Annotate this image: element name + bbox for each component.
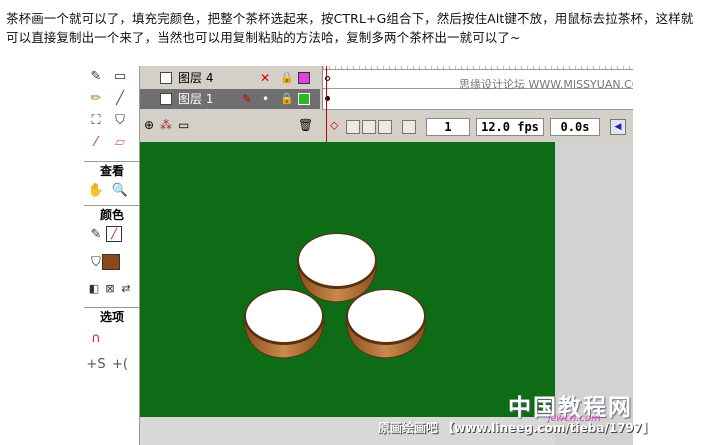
watermark-top: 思缘设计论坛 WWW.MISSYUAN.COM [459, 78, 633, 91]
view-section-label: 查看 [84, 161, 140, 179]
tea-cup-top[interactable] [297, 233, 378, 303]
page-icon [160, 72, 172, 84]
eyedropper-icon[interactable]: ⁄ [86, 132, 106, 152]
trash-icon[interactable]: 🗑 [298, 118, 313, 132]
current-frame-field[interactable]: 1 [426, 118, 470, 136]
edit-multiple-icon[interactable] [378, 120, 392, 134]
layer-name: 图层 4 [178, 71, 214, 85]
layer-name: 图层 1 [178, 92, 214, 106]
tea-cups-drawing [243, 233, 427, 359]
add-layer-icon[interactable]: ⊕ [144, 118, 154, 132]
pencil-edit-icon[interactable]: ✎ [242, 89, 252, 109]
onion-skin-icon[interactable] [346, 120, 360, 134]
timeline-panel: 图层 4 ✕ 🔒 图层 1 ✎ • 🔒 思缘设计论坛 WWW.MISSYUAN.… [140, 66, 633, 142]
elapsed-time-field[interactable]: 0.0s [550, 118, 600, 136]
pencil-icon[interactable]: ✏ [86, 88, 106, 108]
paint-bucket-icon[interactable]: ⛉ [110, 110, 130, 130]
lasso-tool-icon[interactable]: ✎ [86, 66, 106, 86]
modify-markers-icon[interactable] [402, 120, 416, 134]
straighten-icon[interactable]: +( [110, 354, 130, 374]
smooth-icon[interactable]: +S [86, 354, 106, 374]
magnet-icon[interactable]: ∩ [86, 328, 106, 348]
options-section-label: 选项 [84, 307, 140, 325]
ink-bottle-icon[interactable]: ⛶ [86, 110, 106, 130]
color-section-label: 颜色 [84, 205, 140, 223]
lock-icon[interactable]: 🔒 [280, 89, 294, 109]
outline-color-box[interactable] [298, 93, 310, 105]
hand-tool-icon[interactable]: ✋ [86, 180, 106, 200]
add-guide-icon[interactable]: ⁂ [160, 118, 172, 132]
frame-rate-field[interactable]: 12.0 fps [476, 118, 544, 136]
zoom-tool-icon[interactable]: 🔍 [110, 180, 130, 200]
brush-icon[interactable]: ╱ [110, 88, 130, 108]
article-text: 茶杯画一个就可以了，填充完颜色，把整个茶杯选起来，按CTRL+G组合下，然后按住… [6, 11, 694, 45]
stroke-swatch[interactable]: ╱ [106, 226, 122, 242]
layer-row[interactable]: 图层 4 ✕ 🔒 [140, 68, 320, 88]
add-folder-icon[interactable]: ▭ [178, 118, 189, 132]
timeline-toolbar: ⊕ ⁂ ▭ 🗑 ⬦ 1 12.0 fps 0.0s ◀ [140, 116, 633, 140]
frame-ruler [323, 66, 633, 70]
layer-row[interactable]: 图层 1 ✎ • 🔒 [140, 89, 320, 109]
stage-canvas[interactable] [140, 142, 555, 417]
scroll-left-icon[interactable]: ◀ [610, 119, 626, 135]
page-icon [160, 93, 172, 105]
watermark-footer: 原画绘画吧 【www.lineeg.com/tieba/1797】 [378, 421, 655, 435]
tea-cup-right[interactable] [345, 289, 427, 359]
tools-panel: ✎ ▭ ✏ ╱ ⛶ ⛉ ⁄ ▱ 查看 ✋ 🔍 颜色 ✎ ╱ ⛉ ◧ ⊠ ⇄ 选项… [84, 66, 140, 445]
tea-cup-left[interactable] [243, 289, 325, 359]
center-frame-icon[interactable]: ⬦ [330, 118, 338, 133]
outline-color-box[interactable] [298, 72, 310, 84]
stroke-color-icon[interactable]: ✎ [86, 224, 106, 244]
rectangle-tool-icon[interactable]: ▭ [110, 66, 130, 86]
lock-icon[interactable]: 🔒 [280, 68, 294, 88]
fill-swatch[interactable] [102, 254, 120, 270]
onion-outline-icon[interactable] [362, 120, 376, 134]
delete-x-icon[interactable]: ✕ [260, 68, 270, 88]
visibility-dot-icon[interactable]: • [262, 89, 269, 109]
swap-colors-icon[interactable]: ⇄ [116, 278, 136, 298]
eraser-icon[interactable]: ▱ [110, 132, 130, 152]
